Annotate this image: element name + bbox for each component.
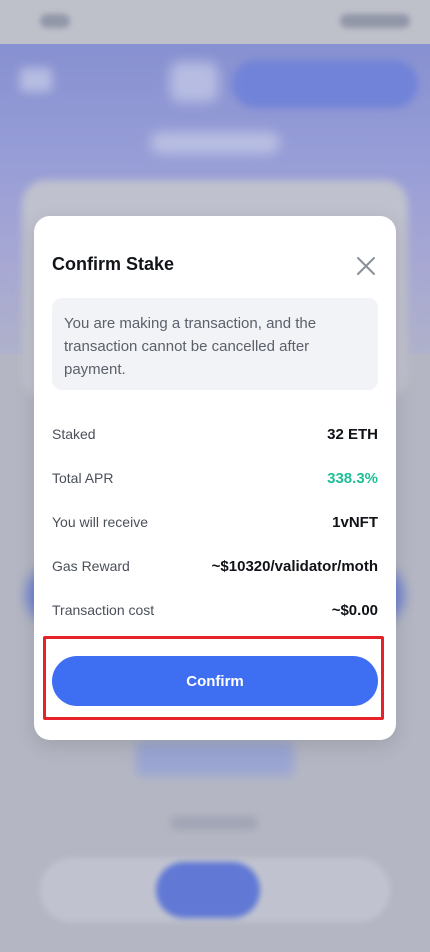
- row-label: You will receive: [52, 514, 148, 530]
- row-value: ~$0.00: [331, 601, 378, 619]
- row-value: 1vNFT: [332, 513, 378, 531]
- warning-notice: You are making a transaction, and the tr…: [52, 298, 378, 390]
- row-value: 338.3%: [327, 469, 378, 487]
- row-label: Gas Reward: [52, 558, 130, 574]
- row-gas-reward: Gas Reward ~$10320/validator/moth: [52, 555, 378, 577]
- row-staked: Staked 32 ETH: [52, 423, 378, 445]
- row-transaction-cost: Transaction cost ~$0.00: [52, 599, 378, 621]
- row-value: 32 ETH: [327, 425, 378, 443]
- row-receive: You will receive 1vNFT: [52, 511, 378, 533]
- modal-title: Confirm Stake: [52, 254, 175, 274]
- notice-text: You are making a transaction, and the tr…: [64, 315, 317, 378]
- confirm-button[interactable]: Confirm: [52, 656, 378, 706]
- row-label: Transaction cost: [52, 602, 155, 618]
- row-total-apr: Total APR 338.3%: [52, 467, 378, 489]
- confirm-stake-modal: Confirm Stake You are making a transacti…: [34, 216, 396, 740]
- row-label: Staked: [52, 426, 96, 442]
- close-icon: [357, 257, 375, 275]
- row-value: ~$10320/validator/moth: [211, 557, 378, 575]
- close-button[interactable]: [356, 256, 376, 276]
- row-label: Total APR: [52, 470, 114, 486]
